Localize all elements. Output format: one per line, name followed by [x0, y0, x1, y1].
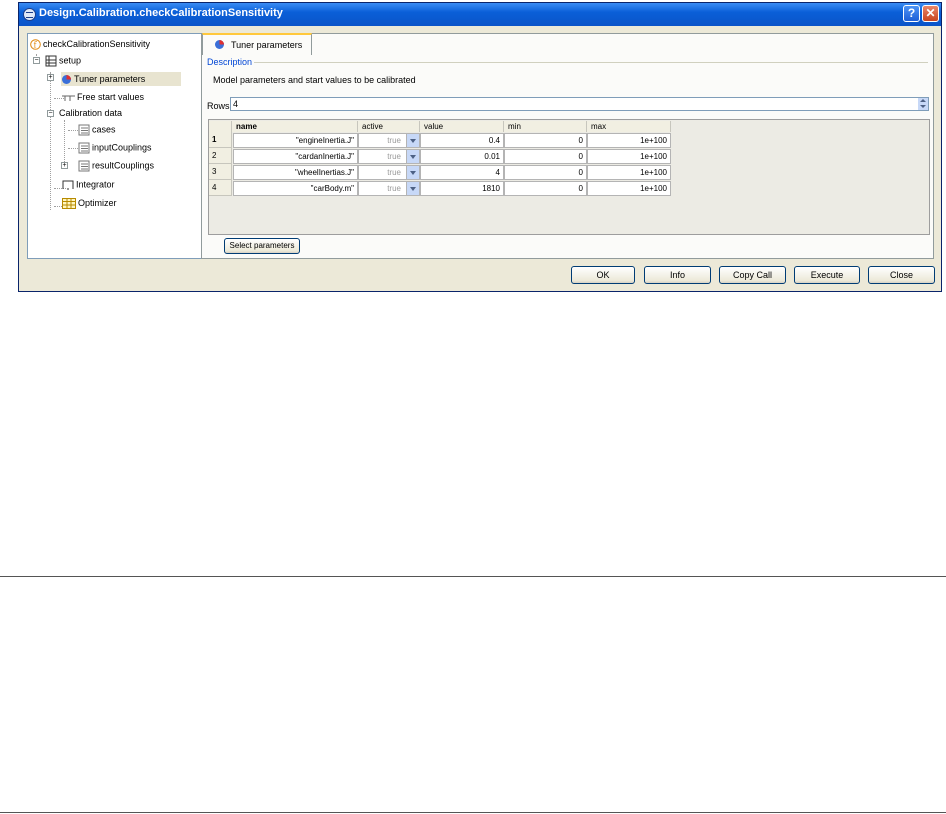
column-header-active[interactable]: active	[358, 121, 420, 132]
navigation-tree: f checkCalibrationSensitivity − setup + T…	[27, 33, 209, 259]
tree-item-tuner-parameters[interactable]: Tuner parameters	[61, 72, 181, 86]
window-title: Design.Calibration.checkCalibrationSensi…	[39, 7, 283, 19]
integrator-icon	[62, 180, 74, 190]
row-number: 3	[209, 164, 232, 180]
divider-line	[0, 812, 946, 813]
max-cell[interactable]: 1e+100	[587, 149, 671, 164]
chevron-down-icon[interactable]	[406, 134, 419, 147]
name-cell[interactable]: "engineInertia.J"	[233, 133, 358, 148]
copy-call-button[interactable]: Copy Call	[719, 266, 786, 284]
value-cell[interactable]: 0.01	[420, 149, 504, 164]
value-cell[interactable]: 4	[420, 165, 504, 180]
value-cell[interactable]: 1810	[420, 181, 504, 196]
rows-value: 4	[233, 99, 239, 109]
rows-spinner[interactable]: 4	[230, 97, 929, 111]
tree-item-setup[interactable]: setup	[45, 55, 81, 67]
chevron-down-icon[interactable]	[406, 182, 419, 195]
active-select[interactable]: true	[358, 149, 420, 164]
close-button[interactable]: Close	[868, 266, 935, 284]
chevron-down-icon[interactable]	[406, 150, 419, 163]
active-select[interactable]: true	[358, 165, 420, 180]
row-number: 2	[209, 148, 232, 164]
function-icon: f	[30, 39, 41, 50]
tab-label: Tuner parameters	[231, 40, 303, 50]
chevron-down-icon[interactable]	[406, 166, 419, 179]
tree-item-result-couplings[interactable]: resultCouplings	[78, 160, 154, 172]
column-header-name[interactable]: name	[232, 121, 358, 132]
tree-item-optimizer[interactable]: Optimizer	[62, 198, 117, 210]
min-cell[interactable]: 0	[504, 133, 587, 148]
column-header-max[interactable]: max	[587, 121, 671, 132]
name-cell[interactable]: "carBody.m"	[233, 181, 358, 196]
parameter-table: name active value min max 1 "engineInert…	[208, 119, 930, 235]
row-number: 1	[209, 132, 232, 148]
value-cell[interactable]: 0.4	[420, 133, 504, 148]
ok-button[interactable]: OK	[571, 266, 635, 284]
list-icon	[62, 95, 75, 101]
description-text: Model parameters and start values to be …	[213, 75, 416, 85]
list-icon	[78, 160, 90, 172]
tree-collapse-setup[interactable]: −	[33, 57, 40, 64]
divider-line	[0, 576, 946, 577]
active-select[interactable]: true	[358, 181, 420, 196]
column-header-min[interactable]: min	[504, 121, 587, 132]
max-cell[interactable]: 1e+100	[587, 165, 671, 180]
tree-item-integrator[interactable]: Integrator	[62, 179, 115, 191]
tree-expand-tuner[interactable]: +	[47, 74, 54, 81]
corner-header	[209, 121, 232, 132]
min-cell[interactable]: 0	[504, 165, 587, 180]
help-icon[interactable]: ?	[903, 5, 920, 22]
pie-icon	[62, 75, 71, 85]
close-icon[interactable]: ✕	[922, 5, 939, 22]
tree-item-calibration-data[interactable]: Calibration data	[59, 108, 122, 118]
tree-collapse-calibration[interactable]: −	[47, 110, 54, 117]
dialog-window: Design.Calibration.checkCalibrationSensi…	[18, 2, 942, 292]
tab-content: Description Model parameters and start v…	[203, 55, 932, 257]
description-group: Description	[207, 57, 928, 67]
active-select[interactable]: true	[358, 133, 420, 148]
tree-item-input-couplings[interactable]: inputCouplings	[78, 142, 152, 154]
pie-icon	[215, 40, 224, 49]
title-bar[interactable]: Design.Calibration.checkCalibrationSensi…	[19, 3, 941, 26]
column-header-value[interactable]: value	[420, 121, 504, 132]
tree-item-free-start-values[interactable]: Free start values	[62, 92, 144, 102]
list-icon	[78, 124, 90, 136]
window-icon	[23, 8, 36, 21]
min-cell[interactable]: 0	[504, 181, 587, 196]
execute-button[interactable]: Execute	[794, 266, 860, 284]
spinner-arrows-icon[interactable]	[918, 98, 928, 110]
tree-root[interactable]: f checkCalibrationSensitivity	[30, 39, 150, 50]
info-button[interactable]: Info	[644, 266, 711, 284]
rows-label: Rows	[207, 101, 230, 111]
name-cell[interactable]: "wheelInertias.J"	[233, 165, 358, 180]
max-cell[interactable]: 1e+100	[587, 133, 671, 148]
tree-expand-result-couplings[interactable]: +	[61, 162, 68, 169]
list-icon	[78, 142, 90, 154]
tab-tuner-parameters[interactable]: Tuner parameters	[202, 33, 312, 55]
select-parameters-button[interactable]: Select parameters	[224, 238, 300, 254]
row-number: 4	[209, 180, 232, 196]
name-cell[interactable]: "cardanInertia.J"	[233, 149, 358, 164]
table-icon	[45, 55, 57, 67]
min-cell[interactable]: 0	[504, 149, 587, 164]
description-legend: Description	[207, 57, 255, 67]
grid-icon	[62, 198, 76, 210]
max-cell[interactable]: 1e+100	[587, 181, 671, 196]
tree-item-cases[interactable]: cases	[78, 124, 116, 136]
